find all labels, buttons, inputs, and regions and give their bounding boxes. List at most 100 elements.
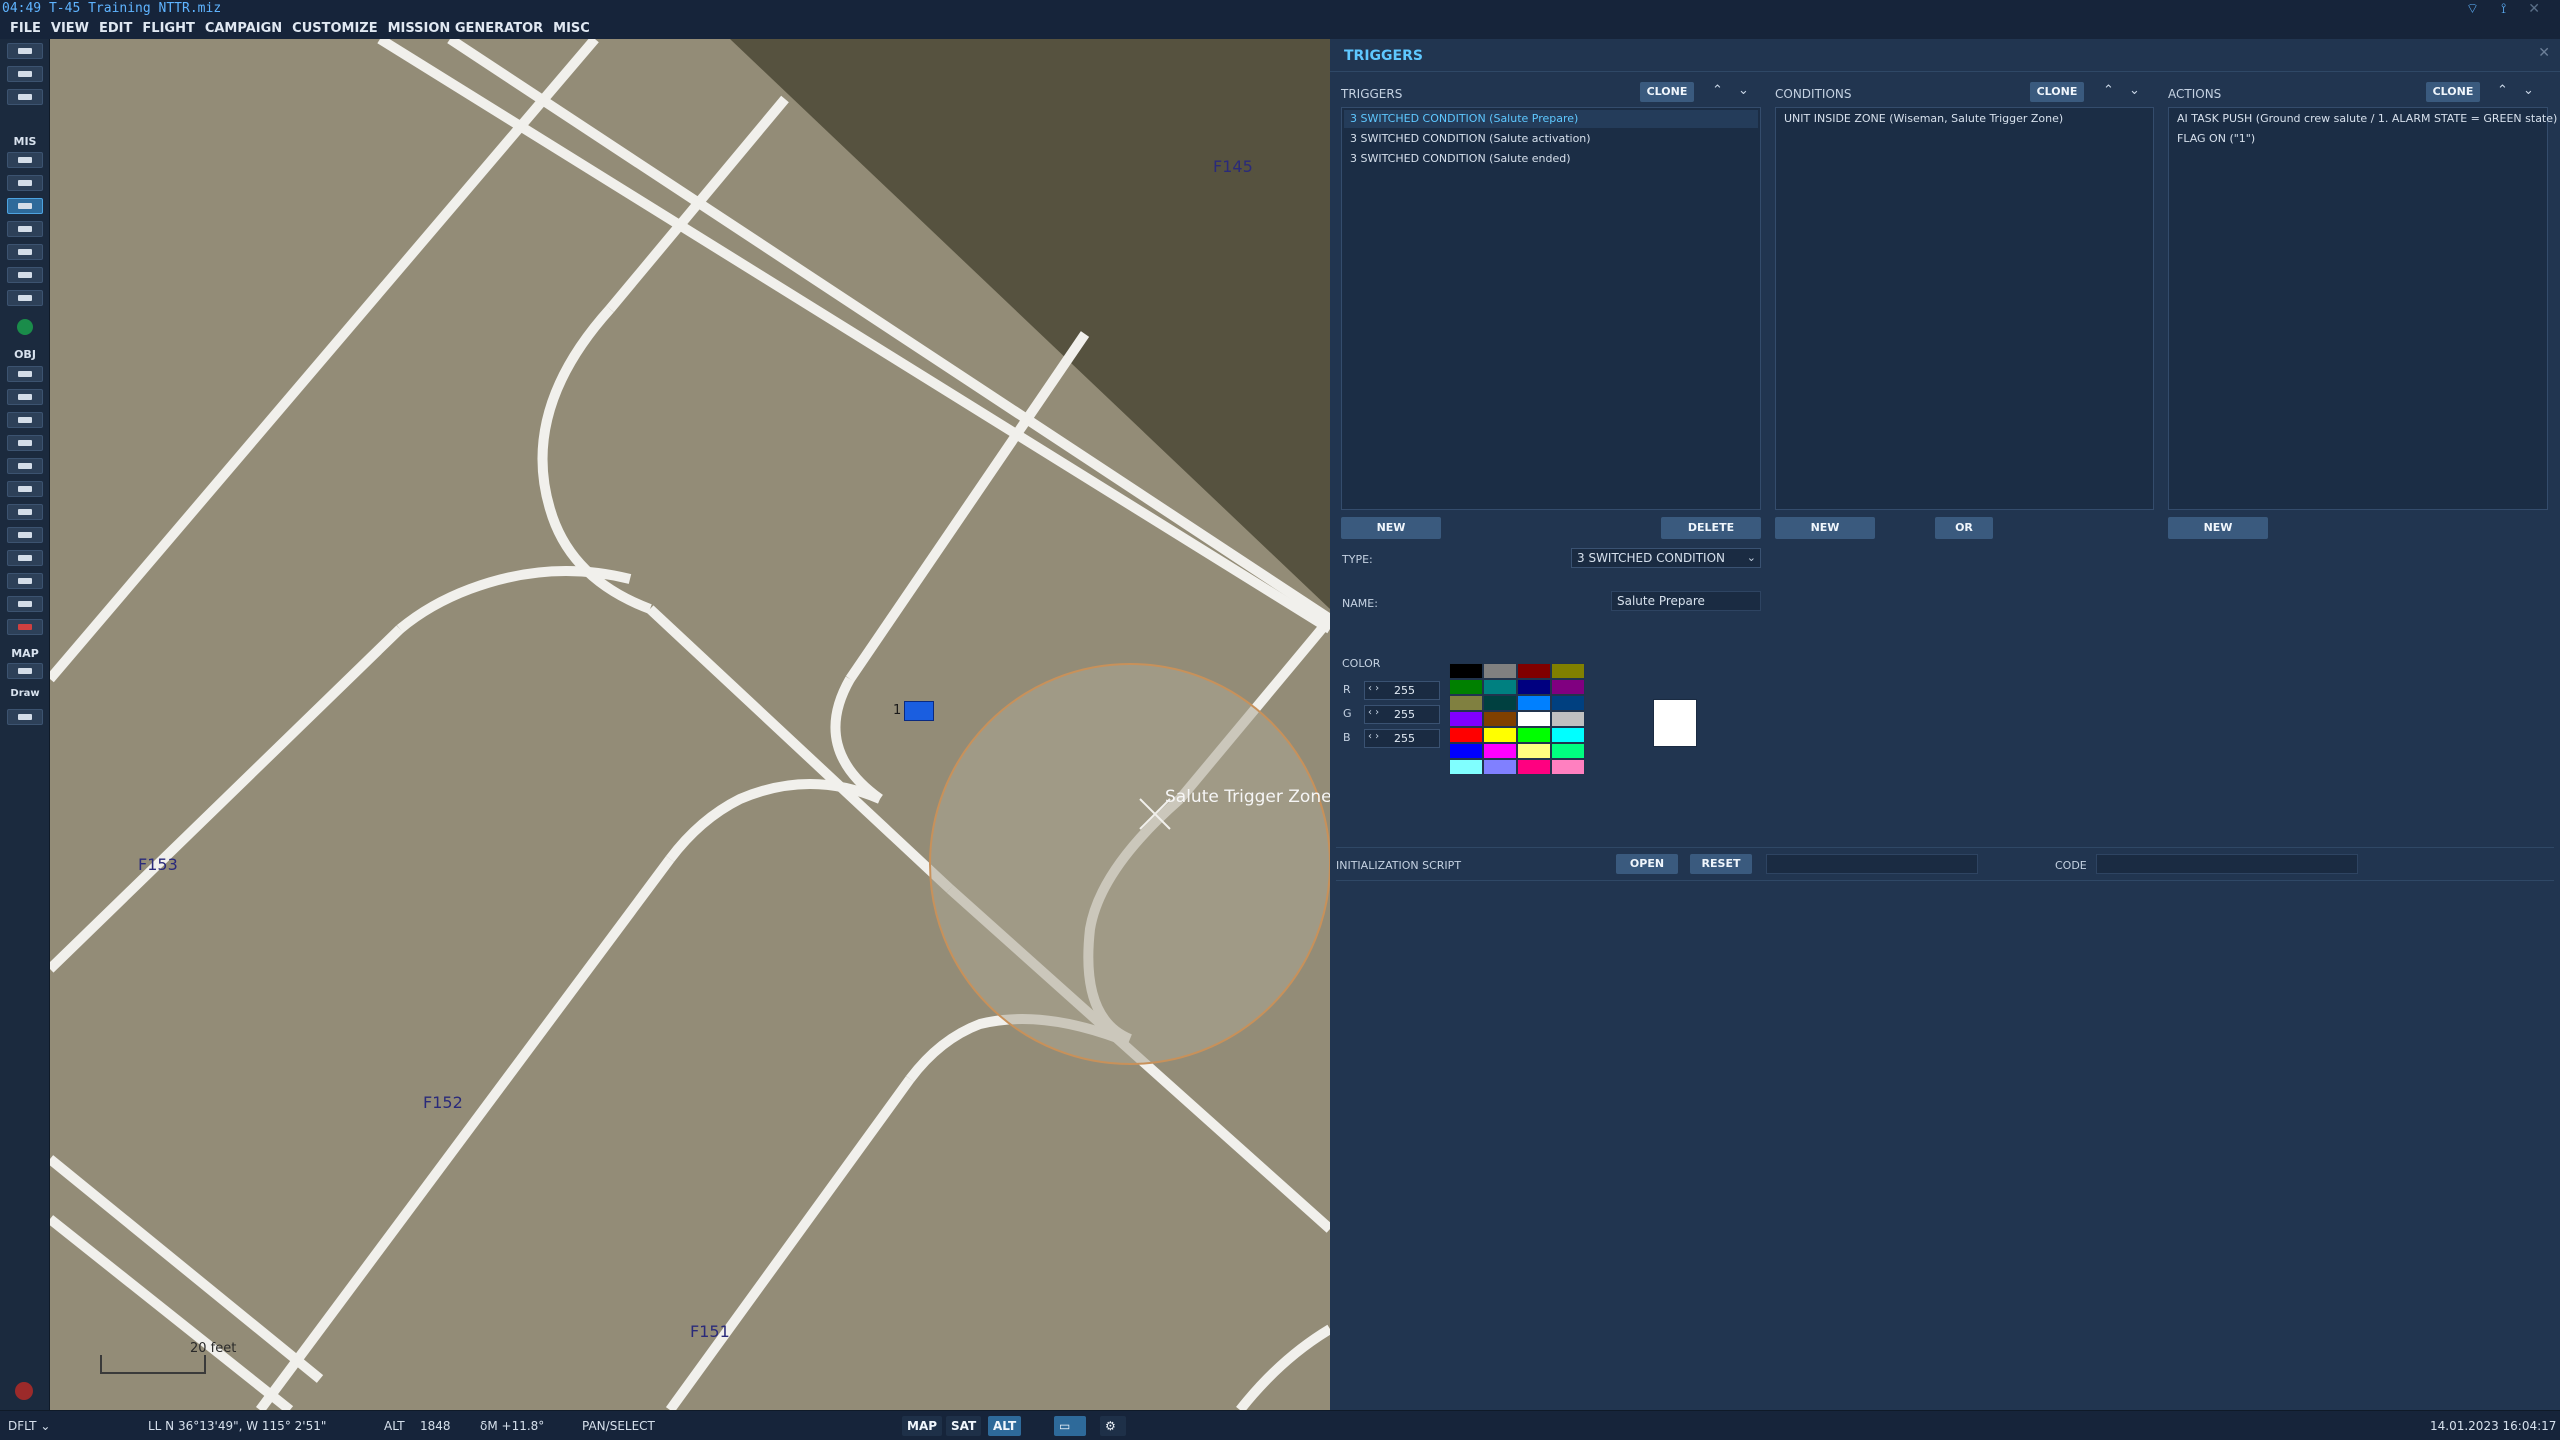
color-swatch[interactable] bbox=[1517, 695, 1551, 711]
group-icon[interactable] bbox=[7, 573, 43, 589]
menu-flight[interactable]: FLIGHT bbox=[142, 21, 194, 36]
condition-new-button[interactable]: NEW bbox=[1775, 517, 1875, 539]
color-swatch[interactable] bbox=[1483, 695, 1517, 711]
color-swatch[interactable] bbox=[1517, 727, 1551, 743]
triggers-move-up-icon[interactable]: ⌃ bbox=[1712, 83, 1723, 98]
trigger-item[interactable]: 3 SWITCHED CONDITION (Salute ended) bbox=[1350, 152, 1571, 165]
color-swatch[interactable] bbox=[1449, 663, 1483, 679]
open-file-icon[interactable] bbox=[7, 66, 43, 82]
color-swatch[interactable] bbox=[1483, 663, 1517, 679]
draw-button[interactable]: Draw bbox=[0, 688, 50, 699]
color-swatch[interactable] bbox=[1551, 711, 1585, 727]
init-script-path-field[interactable] bbox=[1766, 854, 1978, 874]
color-b-stepper[interactable]: ‹ › 255 bbox=[1364, 729, 1440, 748]
trigger-item[interactable]: 3 SWITCHED CONDITION (Salute activation) bbox=[1350, 132, 1591, 145]
weather-icon[interactable] bbox=[7, 175, 43, 191]
actions-move-down-icon[interactable]: ⌄ bbox=[2523, 83, 2534, 98]
color-swatch[interactable] bbox=[1551, 695, 1585, 711]
conditions-clone-button[interactable]: CLONE bbox=[2030, 82, 2084, 102]
satellite-mode-button[interactable]: SAT bbox=[946, 1416, 982, 1436]
ruler-icon[interactable] bbox=[7, 709, 43, 725]
color-swatch[interactable] bbox=[1517, 663, 1551, 679]
menu-customize[interactable]: CUSTOMIZE bbox=[292, 21, 377, 36]
profile-select[interactable]: DFLT ⌄ bbox=[8, 1419, 50, 1433]
color-swatch[interactable] bbox=[1551, 727, 1585, 743]
exit-icon[interactable] bbox=[15, 1382, 33, 1400]
action-new-button[interactable]: NEW bbox=[2168, 517, 2268, 539]
triggers-icon[interactable] bbox=[7, 198, 43, 214]
color-swatch[interactable] bbox=[1449, 743, 1483, 759]
condition-item[interactable]: UNIT INSIDE ZONE (Wiseman, Salute Trigge… bbox=[1784, 112, 2063, 125]
conditions-list[interactable]: UNIT INSIDE ZONE (Wiseman, Salute Trigge… bbox=[1775, 107, 2154, 510]
condition-or-button[interactable]: OR bbox=[1935, 517, 1993, 539]
stepper-arrows-icon[interactable]: ‹ › bbox=[1368, 731, 1379, 742]
fly-mission-icon[interactable] bbox=[17, 319, 33, 335]
color-swatch[interactable] bbox=[1449, 759, 1483, 775]
color-g-stepper[interactable]: ‹ › 255 bbox=[1364, 705, 1440, 724]
color-swatch[interactable] bbox=[1483, 727, 1517, 743]
check-icon[interactable] bbox=[7, 267, 43, 283]
static-object-icon[interactable] bbox=[7, 458, 43, 474]
briefing-icon[interactable] bbox=[7, 152, 43, 168]
resources-icon[interactable] bbox=[7, 221, 43, 237]
color-swatch[interactable] bbox=[1449, 711, 1483, 727]
menu-campaign[interactable]: CAMPAIGN bbox=[205, 21, 282, 36]
color-swatch-palette[interactable] bbox=[1449, 663, 1585, 775]
vehicle-icon[interactable] bbox=[7, 435, 43, 451]
type-select[interactable]: 3 SWITCHED CONDITION ⌄ bbox=[1571, 548, 1761, 568]
trigger-item[interactable]: 3 SWITCHED CONDITION (Salute Prepare) bbox=[1350, 112, 1578, 125]
color-swatch[interactable] bbox=[1449, 679, 1483, 695]
close-icon[interactable]: ✕ bbox=[2528, 1, 2540, 17]
trigger-new-button[interactable]: NEW bbox=[1341, 517, 1441, 539]
coalitions-icon[interactable] bbox=[7, 290, 43, 306]
zone-icon[interactable] bbox=[7, 527, 43, 543]
goals-icon[interactable] bbox=[7, 244, 43, 260]
map-options-icon[interactable] bbox=[7, 663, 43, 679]
ship-icon[interactable] bbox=[7, 412, 43, 428]
wifi-icon[interactable]: ⌔ bbox=[2466, 0, 2479, 18]
waypoint-icon[interactable] bbox=[7, 504, 43, 520]
triggers-move-down-icon[interactable]: ⌄ bbox=[1738, 83, 1749, 98]
trigger-delete-button[interactable]: DELETE bbox=[1661, 517, 1761, 539]
color-swatch[interactable] bbox=[1483, 759, 1517, 775]
unit-icon[interactable] bbox=[904, 701, 934, 721]
color-r-stepper[interactable]: ‹ › 255 bbox=[1364, 681, 1440, 700]
conditions-move-up-icon[interactable]: ⌃ bbox=[2103, 83, 2114, 98]
layers-icon[interactable]: ▭ bbox=[1054, 1416, 1086, 1436]
color-swatch[interactable] bbox=[1483, 743, 1517, 759]
menu-edit[interactable]: EDIT bbox=[99, 21, 132, 36]
action-item[interactable]: FLAG ON ("1") bbox=[2177, 132, 2255, 145]
delete-icon[interactable] bbox=[7, 619, 43, 635]
settings-icon[interactable]: ⚙ bbox=[1100, 1416, 1126, 1436]
conditions-move-down-icon[interactable]: ⌄ bbox=[2129, 83, 2140, 98]
color-swatch[interactable] bbox=[1551, 743, 1585, 759]
color-swatch[interactable] bbox=[1517, 743, 1551, 759]
shapes-icon[interactable] bbox=[7, 596, 43, 612]
triggers-clone-button[interactable]: CLONE bbox=[1640, 82, 1694, 102]
actions-move-up-icon[interactable]: ⌃ bbox=[2497, 83, 2508, 98]
menu-mission-generator[interactable]: MISSION GENERATOR bbox=[388, 21, 544, 36]
airplane-icon[interactable] bbox=[7, 366, 43, 382]
init-script-open-button[interactable]: OPEN bbox=[1616, 854, 1678, 874]
map-canvas[interactable] bbox=[50, 39, 1330, 1410]
menu-misc[interactable]: MISC bbox=[553, 21, 590, 36]
stepper-arrows-icon[interactable]: ‹ › bbox=[1368, 683, 1379, 694]
color-swatch[interactable] bbox=[1517, 759, 1551, 775]
color-swatch[interactable] bbox=[1449, 727, 1483, 743]
triggers-list[interactable]: 3 SWITCHED CONDITION (Salute Prepare) 3 … bbox=[1341, 107, 1761, 510]
color-swatch[interactable] bbox=[1551, 663, 1585, 679]
nav-point-icon[interactable] bbox=[7, 550, 43, 566]
trigger-zone-circle[interactable] bbox=[929, 663, 1330, 1065]
color-swatch[interactable] bbox=[1483, 679, 1517, 695]
color-swatch[interactable] bbox=[1449, 695, 1483, 711]
radio-tower-icon[interactable]: ⟟ bbox=[2501, 1, 2506, 17]
helicopter-icon[interactable] bbox=[7, 389, 43, 405]
code-field[interactable] bbox=[2096, 854, 2358, 874]
color-swatch[interactable] bbox=[1551, 759, 1585, 775]
color-swatch[interactable] bbox=[1483, 711, 1517, 727]
color-swatch[interactable] bbox=[1517, 679, 1551, 695]
map-mode-button[interactable]: MAP bbox=[902, 1416, 943, 1436]
menu-file[interactable]: FILE bbox=[10, 21, 41, 36]
menu-view[interactable]: VIEW bbox=[51, 21, 89, 36]
color-swatch[interactable] bbox=[1551, 679, 1585, 695]
